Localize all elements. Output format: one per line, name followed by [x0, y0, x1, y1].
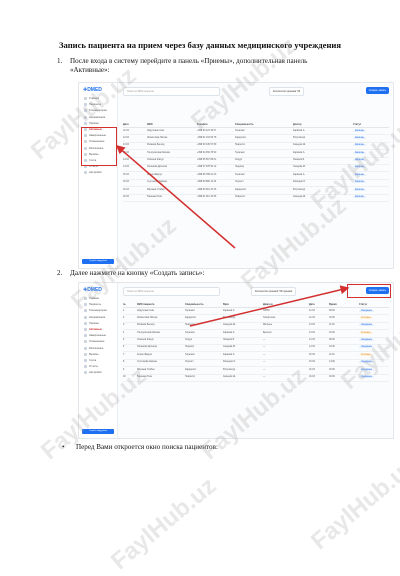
arrow-to-active-menu [115, 145, 236, 249]
annotation-arrows [115, 145, 350, 327]
arrow-to-create-button [189, 285, 350, 327]
